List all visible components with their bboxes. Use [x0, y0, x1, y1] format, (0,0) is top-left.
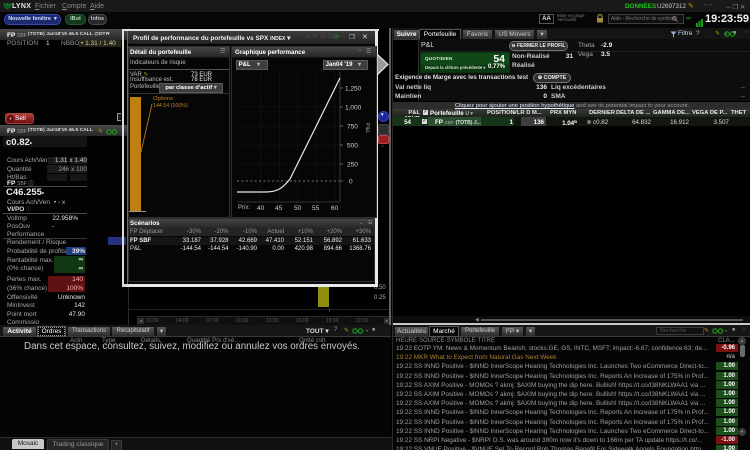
- svg-text:750: 750: [347, 124, 358, 131]
- svg-text:1,000: 1,000: [345, 105, 362, 112]
- svg-text:500: 500: [347, 143, 358, 150]
- svg-text:1,250: 1,250: [345, 86, 362, 93]
- svg-text:250: 250: [347, 162, 358, 169]
- svg-text:0: 0: [349, 179, 353, 186]
